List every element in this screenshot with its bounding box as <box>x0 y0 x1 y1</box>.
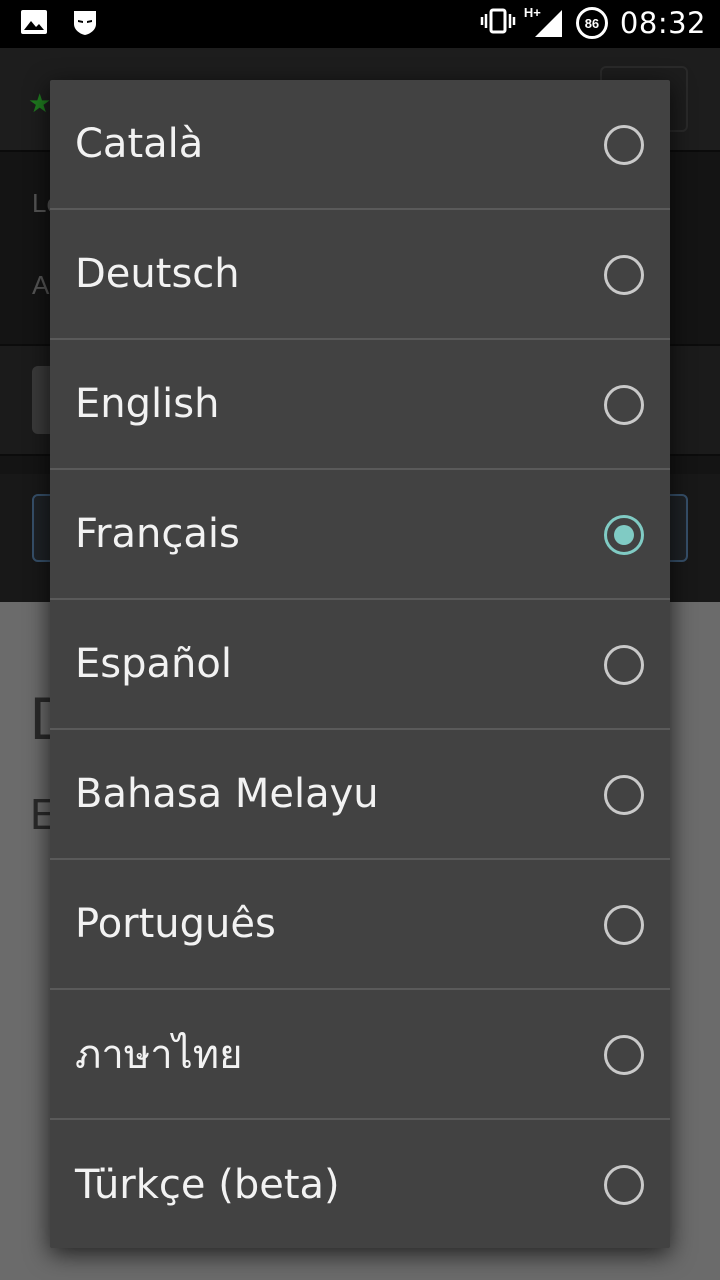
language-label: Català <box>75 121 204 167</box>
radio-button[interactable] <box>604 905 644 945</box>
network-type-label: H+ <box>523 5 541 20</box>
language-option-francais[interactable]: Français <box>50 470 670 600</box>
signal-icon: H+ <box>524 5 564 38</box>
status-bar: H+ 86 08:32 <box>0 0 720 48</box>
language-label: Türkçe (beta) <box>75 1162 340 1208</box>
radio-button[interactable] <box>604 125 644 165</box>
language-option-espanol[interactable]: Español <box>50 600 670 730</box>
language-label: Français <box>75 511 240 557</box>
language-option-thai[interactable]: ภาษาไทย <box>50 990 670 1120</box>
radio-button-selected[interactable] <box>604 515 644 555</box>
language-label: English <box>75 381 220 427</box>
battery-circle-icon: 86 <box>575 7 608 39</box>
language-option-portugues[interactable]: Português <box>50 860 670 990</box>
language-label: Bahasa Melayu <box>75 771 379 817</box>
radio-button[interactable] <box>604 645 644 685</box>
vibrate-icon <box>480 8 516 39</box>
language-option-bahasa-melayu[interactable]: Bahasa Melayu <box>50 730 670 860</box>
language-label: Español <box>75 641 232 687</box>
radio-button[interactable] <box>604 775 644 815</box>
language-label: Português <box>75 901 276 947</box>
language-option-deutsch[interactable]: Deutsch <box>50 210 670 340</box>
language-dialog: Català Deutsch English Français Español … <box>50 80 670 1248</box>
clock: 08:32 <box>619 6 706 40</box>
language-label: ภาษาไทย <box>75 1032 243 1078</box>
mask-icon <box>72 8 98 41</box>
radio-button[interactable] <box>604 1035 644 1075</box>
battery-level: 86 <box>584 15 600 31</box>
image-icon <box>20 9 48 40</box>
radio-button[interactable] <box>604 385 644 425</box>
background-partial-text: A <box>32 270 50 300</box>
language-label: Deutsch <box>75 251 240 297</box>
radio-button[interactable] <box>604 1165 644 1205</box>
language-option-turkce[interactable]: Türkçe (beta) <box>50 1120 670 1248</box>
radio-button[interactable] <box>604 255 644 295</box>
language-option-catala[interactable]: Català <box>50 80 670 210</box>
language-option-english[interactable]: English <box>50 340 670 470</box>
